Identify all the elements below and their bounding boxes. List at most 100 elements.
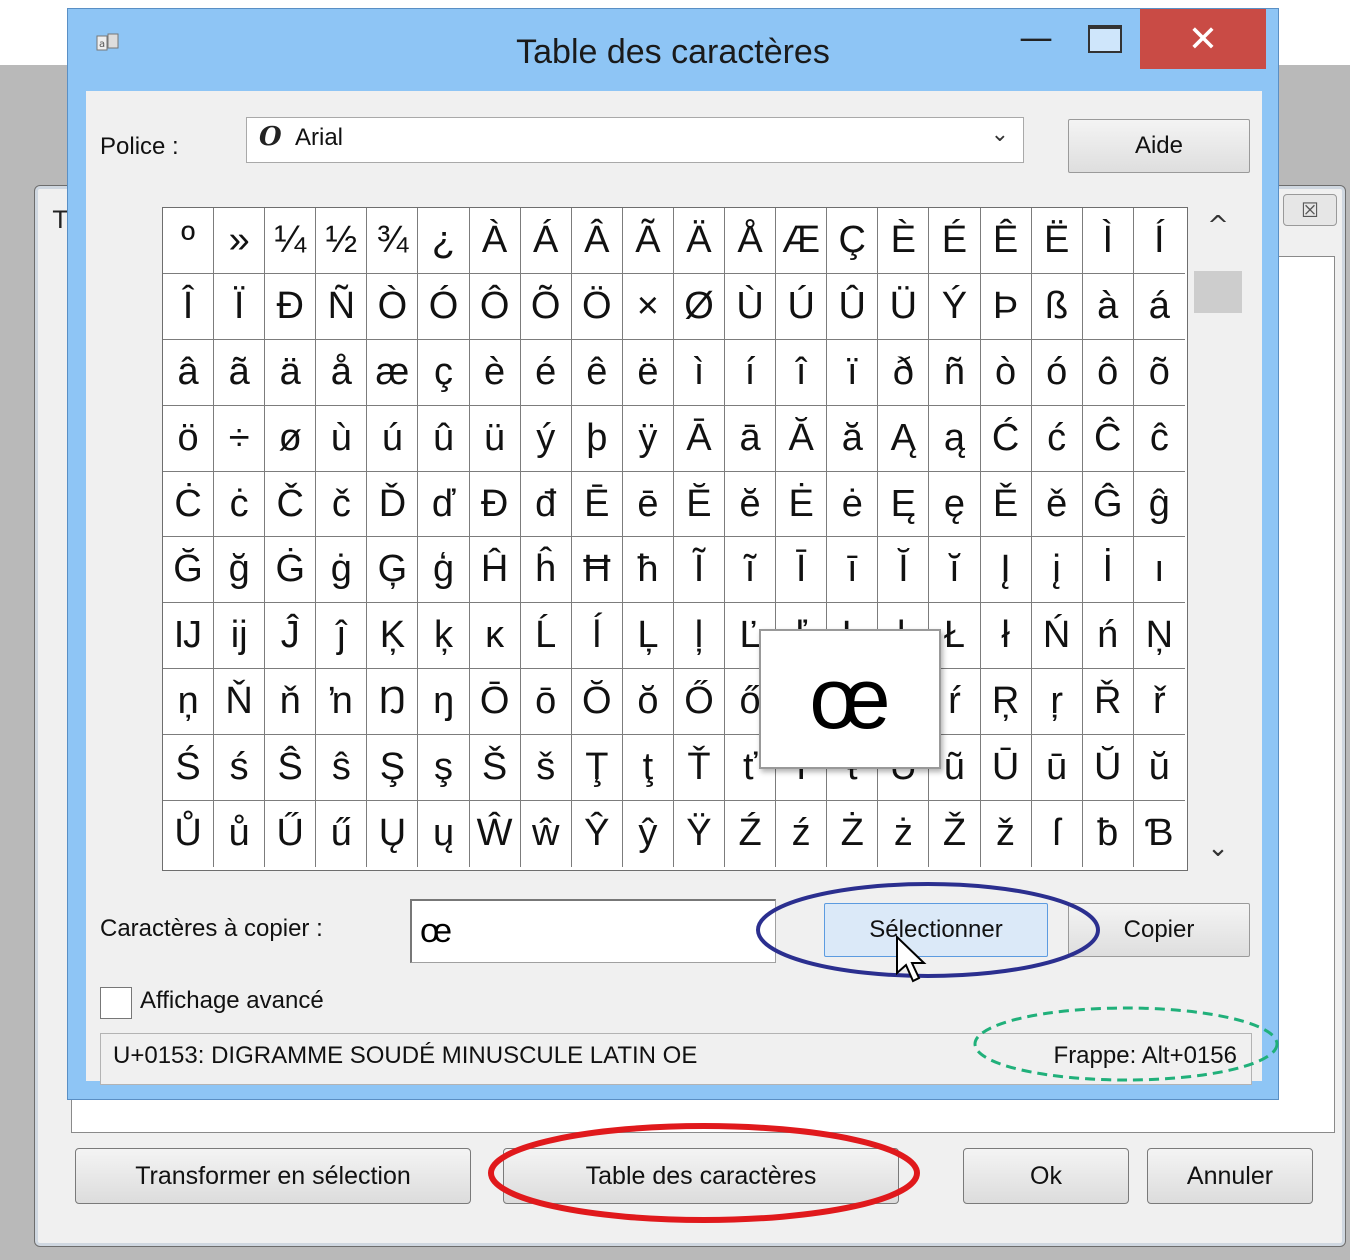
char-cell[interactable]: Ž (929, 801, 981, 867)
char-cell[interactable]: à (1082, 273, 1134, 340)
char-cell[interactable]: Ì (1082, 208, 1134, 274)
char-cell[interactable]: ¿ (418, 208, 470, 274)
char-cell[interactable]: Ú (776, 273, 828, 340)
char-cell[interactable]: Ţ (571, 735, 623, 802)
char-cell[interactable]: ě (1031, 471, 1083, 538)
char-cell[interactable]: ļ (673, 603, 726, 670)
char-cell[interactable]: â (163, 339, 215, 406)
char-cell[interactable]: æ (367, 339, 419, 406)
char-cell[interactable]: ò (980, 339, 1032, 406)
char-cell[interactable]: í (725, 339, 777, 406)
char-cell[interactable]: Ó (418, 273, 470, 340)
char-cell[interactable]: ż (878, 801, 930, 867)
char-cell[interactable]: Ø (673, 273, 726, 340)
char-cell[interactable]: Á (520, 208, 572, 274)
char-cell[interactable]: š (520, 735, 572, 802)
char-cell[interactable]: ÷ (214, 405, 266, 472)
char-cell[interactable]: ƀ (1083, 801, 1134, 867)
char-cell[interactable]: º (163, 208, 215, 274)
char-cell[interactable]: ¾ (367, 208, 419, 274)
char-cell[interactable]: ō (520, 669, 572, 736)
char-cell[interactable]: Ï (214, 273, 266, 340)
char-cell[interactable]: Ħ (571, 537, 623, 604)
char-cell[interactable]: ń (1082, 603, 1134, 670)
char-cell[interactable]: Ë (1031, 208, 1083, 274)
char-cell[interactable]: ĸ (469, 603, 521, 670)
char-cell[interactable]: ž (981, 801, 1032, 867)
char-cell[interactable]: İ (1082, 537, 1134, 604)
char-cell[interactable]: ı (1133, 537, 1185, 604)
chevron-down-icon[interactable]: ⌄ (991, 122, 1009, 147)
char-cell[interactable]: ë (622, 339, 674, 406)
char-cell[interactable]: Ĭ (878, 537, 930, 604)
char-cell[interactable]: ġ (316, 537, 368, 604)
char-cell[interactable]: ß (1031, 273, 1083, 340)
char-cell[interactable]: Ů (163, 801, 215, 867)
char-cell[interactable]: ŋ (418, 669, 470, 736)
char-cell[interactable]: å (316, 339, 368, 406)
char-cell[interactable]: Å (725, 208, 777, 274)
char-cell[interactable]: Ɓ (1134, 801, 1185, 867)
maximize-icon[interactable] (1088, 25, 1124, 53)
char-cell[interactable]: ĳ (214, 603, 266, 670)
char-cell[interactable]: ó (1031, 339, 1083, 406)
char-cell[interactable]: ſ (1032, 801, 1083, 867)
char-cell[interactable]: Ñ (316, 273, 368, 340)
char-cell[interactable]: Ã (622, 208, 674, 274)
char-cell[interactable]: ú (367, 405, 419, 472)
char-cell[interactable]: Ċ (163, 471, 215, 538)
char-cell[interactable]: ź (776, 801, 828, 867)
char-cell[interactable]: ð (878, 339, 930, 406)
char-cell[interactable]: Ŋ (367, 669, 419, 736)
char-cell[interactable]: Ś (163, 735, 215, 802)
char-cell[interactable]: Ä (673, 208, 726, 274)
char-cell[interactable]: Ÿ (674, 801, 726, 867)
char-cell[interactable]: Ķ (367, 603, 419, 670)
char-cell[interactable]: ĭ (929, 537, 981, 604)
char-cell[interactable]: Ď (367, 471, 419, 538)
char-cell[interactable]: ¼ (265, 208, 317, 274)
char-cell[interactable]: Ĵ (265, 603, 317, 670)
char-cell[interactable]: Â (571, 208, 623, 274)
char-cell[interactable]: ç (418, 339, 470, 406)
char-cell[interactable]: ü (469, 405, 521, 472)
char-cell[interactable]: » (214, 208, 266, 274)
char-cell[interactable]: Ð (265, 273, 317, 340)
char-cell[interactable]: Į (980, 537, 1032, 604)
characters-to-copy-input[interactable]: œ (410, 899, 776, 963)
char-cell[interactable]: ċ (214, 471, 266, 538)
char-cell[interactable]: Ù (725, 273, 777, 340)
char-cell[interactable]: ū (1031, 735, 1083, 802)
char-cell[interactable]: ŏ (622, 669, 674, 736)
char-cell[interactable]: Ą (878, 405, 930, 472)
cancel-button[interactable]: Annuler (1147, 1148, 1313, 1204)
char-cell[interactable]: Æ (776, 208, 828, 274)
char-cell[interactable]: ŵ (521, 801, 572, 867)
char-cell[interactable]: á (1133, 274, 1185, 340)
char-cell[interactable]: Ń (1031, 603, 1083, 670)
scroll-up-icon[interactable]: ^ (1192, 211, 1244, 241)
copy-button[interactable]: Copier (1068, 903, 1250, 957)
char-cell[interactable]: Ē (571, 471, 623, 538)
char-cell[interactable]: Ť (673, 735, 726, 802)
char-table-button[interactable]: Table des caractères (503, 1148, 899, 1204)
char-cell[interactable]: Ü (878, 273, 930, 340)
char-cell[interactable]: û (418, 405, 470, 472)
character-grid[interactable]: º» ¼ ½ ¾ ¿ À Á Â Ã Ä Å Æ Ç È É Ê Ë Ì Í Î Ï Ð Ñ Ò Ó Ô Õ Ö × Ø Ù Ú Û Ü Ý Þß à á… (162, 207, 1188, 871)
char-cell[interactable]: Ŵ (470, 801, 521, 867)
char-cell[interactable]: ă (827, 405, 879, 472)
scroll-down-icon[interactable]: ⌄ (1192, 833, 1244, 863)
close-icon[interactable]: ✕ (1140, 9, 1266, 69)
char-cell[interactable]: Í (1133, 208, 1185, 274)
char-cell[interactable]: ţ (622, 735, 674, 802)
char-cell[interactable]: Ě (980, 471, 1032, 538)
char-cell[interactable]: ć (1031, 405, 1083, 472)
char-cell[interactable]: ű (316, 801, 368, 867)
scroll-thumb[interactable] (1194, 271, 1242, 313)
char-cell[interactable]: ų (418, 801, 470, 867)
char-cell[interactable]: Ş (367, 735, 419, 802)
transform-selection-button[interactable]: Transformer en sélection (75, 1148, 471, 1204)
char-cell[interactable]: Ź (725, 801, 777, 867)
char-cell[interactable]: Ż (827, 801, 879, 867)
char-cell[interactable]: Ŏ (571, 669, 623, 736)
